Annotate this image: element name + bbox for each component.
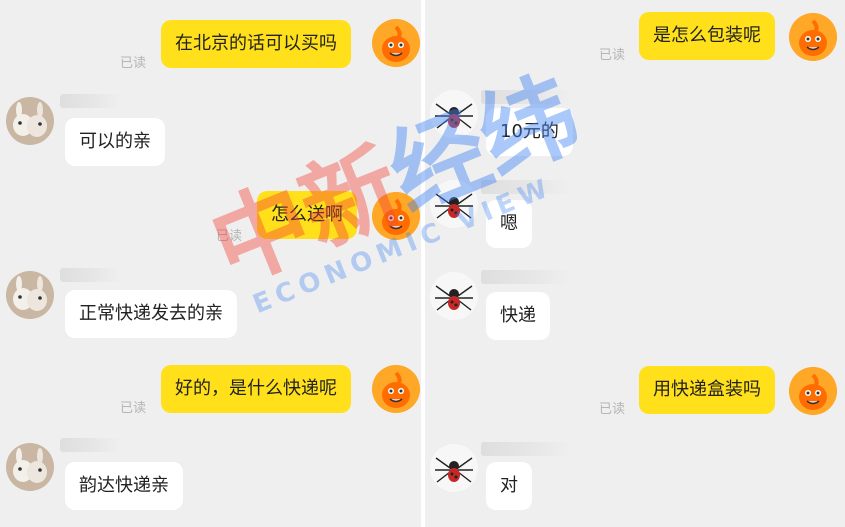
read-status: 已读 (216, 229, 243, 244)
orange-mascot-avatar-icon[interactable] (372, 192, 420, 240)
spider-avatar-icon[interactable] (430, 444, 478, 492)
read-status: 已读 (599, 48, 626, 63)
message-bubble-incoming[interactable]: 可以的亲 (65, 118, 165, 166)
read-status: 已读 (120, 56, 147, 71)
bunny-avatar-icon[interactable] (6, 97, 54, 145)
orange-mascot-avatar-icon[interactable] (789, 367, 837, 415)
message-bubble-outgoing[interactable]: 是怎么包装呢 (639, 12, 775, 60)
message-bubble-outgoing[interactable]: 用快递盒装吗 (639, 366, 775, 414)
message-bubble-incoming[interactable]: 对 (486, 462, 532, 510)
chat-pane-right: 已读 是怎么包装呢 10元的 嗯 快递 已读 用快递盒装吗 对 (425, 0, 845, 527)
spider-avatar-icon[interactable] (430, 90, 478, 138)
contact-name-blurred (481, 90, 571, 104)
contact-name-blurred (60, 268, 120, 282)
message-bubble-outgoing[interactable]: 好的，是什么快递呢 (161, 365, 351, 413)
spider-avatar-icon[interactable] (430, 272, 478, 320)
message-bubble-outgoing[interactable]: 怎么送啊 (257, 191, 357, 239)
contact-name-blurred (60, 94, 120, 108)
message-bubble-incoming[interactable]: 10元的 (486, 108, 573, 156)
bunny-avatar-icon[interactable] (6, 443, 54, 491)
contact-name-blurred (481, 270, 571, 284)
spider-avatar-icon[interactable] (430, 180, 478, 228)
read-status: 已读 (120, 401, 147, 416)
orange-mascot-avatar-icon[interactable] (372, 19, 420, 67)
contact-name-blurred (481, 180, 571, 194)
read-status: 已读 (599, 402, 626, 417)
message-bubble-incoming[interactable]: 韵达快递亲 (65, 462, 183, 510)
message-bubble-incoming[interactable]: 正常快递发去的亲 (65, 290, 237, 338)
orange-mascot-avatar-icon[interactable] (372, 365, 420, 413)
orange-mascot-avatar-icon[interactable] (789, 13, 837, 61)
message-bubble-incoming[interactable]: 快递 (486, 292, 550, 340)
chat-pane-left: 已读 在北京的话可以买吗 可以的亲 已读 怎么送啊 正常快递发去的亲 已读 好的… (0, 0, 421, 527)
contact-name-blurred (60, 438, 120, 452)
message-bubble-incoming[interactable]: 嗯 (486, 200, 532, 248)
contact-name-blurred (481, 442, 571, 456)
message-bubble-outgoing[interactable]: 在北京的话可以买吗 (161, 20, 351, 68)
bunny-avatar-icon[interactable] (6, 271, 54, 319)
